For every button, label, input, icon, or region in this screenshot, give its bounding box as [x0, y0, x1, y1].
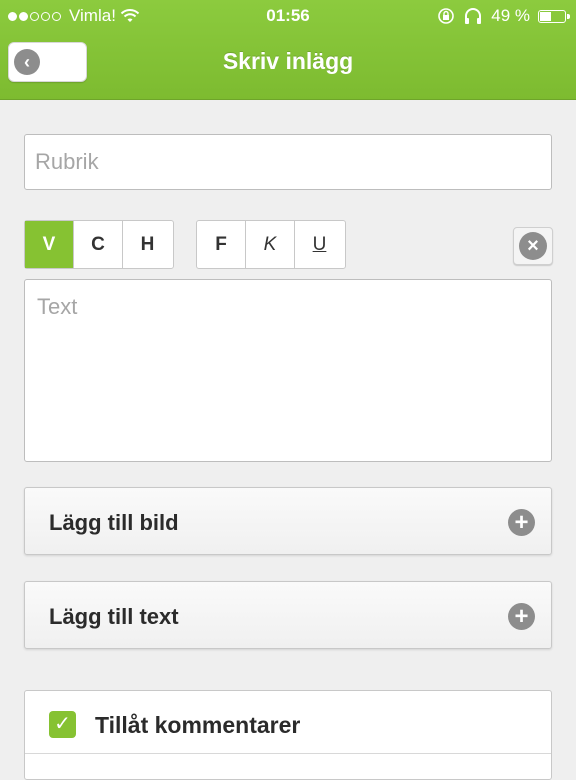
close-icon: ×: [519, 232, 547, 260]
text-area[interactable]: [24, 279, 552, 462]
add-image-row[interactable]: Lägg till bild +: [24, 487, 552, 555]
rotation-lock-icon: [438, 8, 455, 24]
add-text-label: Lägg till text: [49, 604, 179, 629]
title-input[interactable]: [24, 134, 552, 190]
bold-button[interactable]: F: [197, 221, 246, 268]
divider: [25, 753, 551, 754]
align-center-button[interactable]: C: [74, 221, 123, 268]
clear-button[interactable]: ×: [513, 227, 553, 265]
status-right: 49 %: [437, 6, 570, 26]
battery-percent: 49 %: [491, 6, 530, 25]
battery-icon: [538, 9, 570, 23]
plus-icon: +: [508, 603, 535, 630]
allow-comments-label: Tillåt kommentarer: [95, 712, 301, 738]
align-right-button[interactable]: H: [123, 221, 172, 268]
alignment-segmented-control: V C H: [24, 220, 174, 269]
add-image-label: Lägg till bild: [49, 510, 179, 535]
status-bar: Vimla! 01:56 49 %: [0, 0, 576, 32]
allow-comments-checkbox[interactable]: ✓: [49, 711, 76, 738]
underline-button[interactable]: U: [295, 221, 344, 268]
italic-button[interactable]: K: [246, 221, 295, 268]
plus-icon: +: [508, 509, 535, 536]
align-left-button[interactable]: V: [25, 221, 74, 268]
add-text-row[interactable]: Lägg till text +: [24, 581, 552, 649]
comments-option-panel: ✓ Tillåt kommentarer: [24, 690, 552, 780]
headphones-icon: [465, 8, 482, 24]
page-title: Skriv inlägg: [222, 48, 354, 74]
top-bar: Vimla! 01:56 49 % ‹ Skriv inlägg: [0, 0, 576, 100]
text-style-segmented-control: F K U: [196, 220, 346, 269]
